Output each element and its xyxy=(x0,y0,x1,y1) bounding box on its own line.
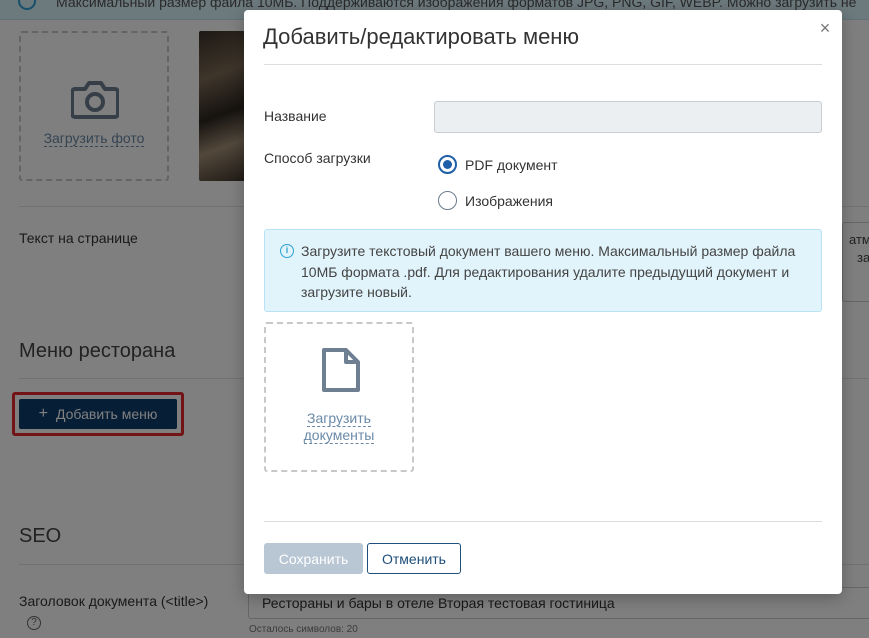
info-message-text: Загрузите текстовый документ вашего меню… xyxy=(301,243,796,300)
divider xyxy=(264,521,822,522)
radio-indicator xyxy=(438,191,457,210)
radio-selected-indicator xyxy=(438,155,457,174)
document-icon xyxy=(322,348,360,392)
upload-method-label: Способ загрузки xyxy=(264,150,371,166)
upload-documents-label: Загрузить xyxy=(307,410,371,427)
radio-images[interactable]: Изображения xyxy=(438,191,553,210)
cancel-button[interactable]: Отменить xyxy=(367,543,461,574)
divider xyxy=(264,64,822,65)
info-icon: i xyxy=(280,244,294,258)
edit-menu-modal: Добавить/редактировать меню × Название С… xyxy=(244,10,842,594)
name-label: Название xyxy=(264,108,327,124)
close-icon[interactable]: × xyxy=(817,18,833,38)
radio-label: Изображения xyxy=(465,192,553,209)
radio-pdf-document[interactable]: PDF документ xyxy=(438,155,558,174)
upload-documents-label: документы xyxy=(303,427,375,444)
save-button[interactable]: Сохранить xyxy=(264,543,363,574)
name-input[interactable] xyxy=(434,101,822,133)
radio-label: PDF документ xyxy=(465,156,558,173)
document-upload-dropzone[interactable]: Загрузить документы xyxy=(264,322,414,472)
modal-title: Добавить/редактировать меню xyxy=(263,24,579,49)
info-message: i Загрузите текстовый документ вашего ме… xyxy=(264,229,822,312)
